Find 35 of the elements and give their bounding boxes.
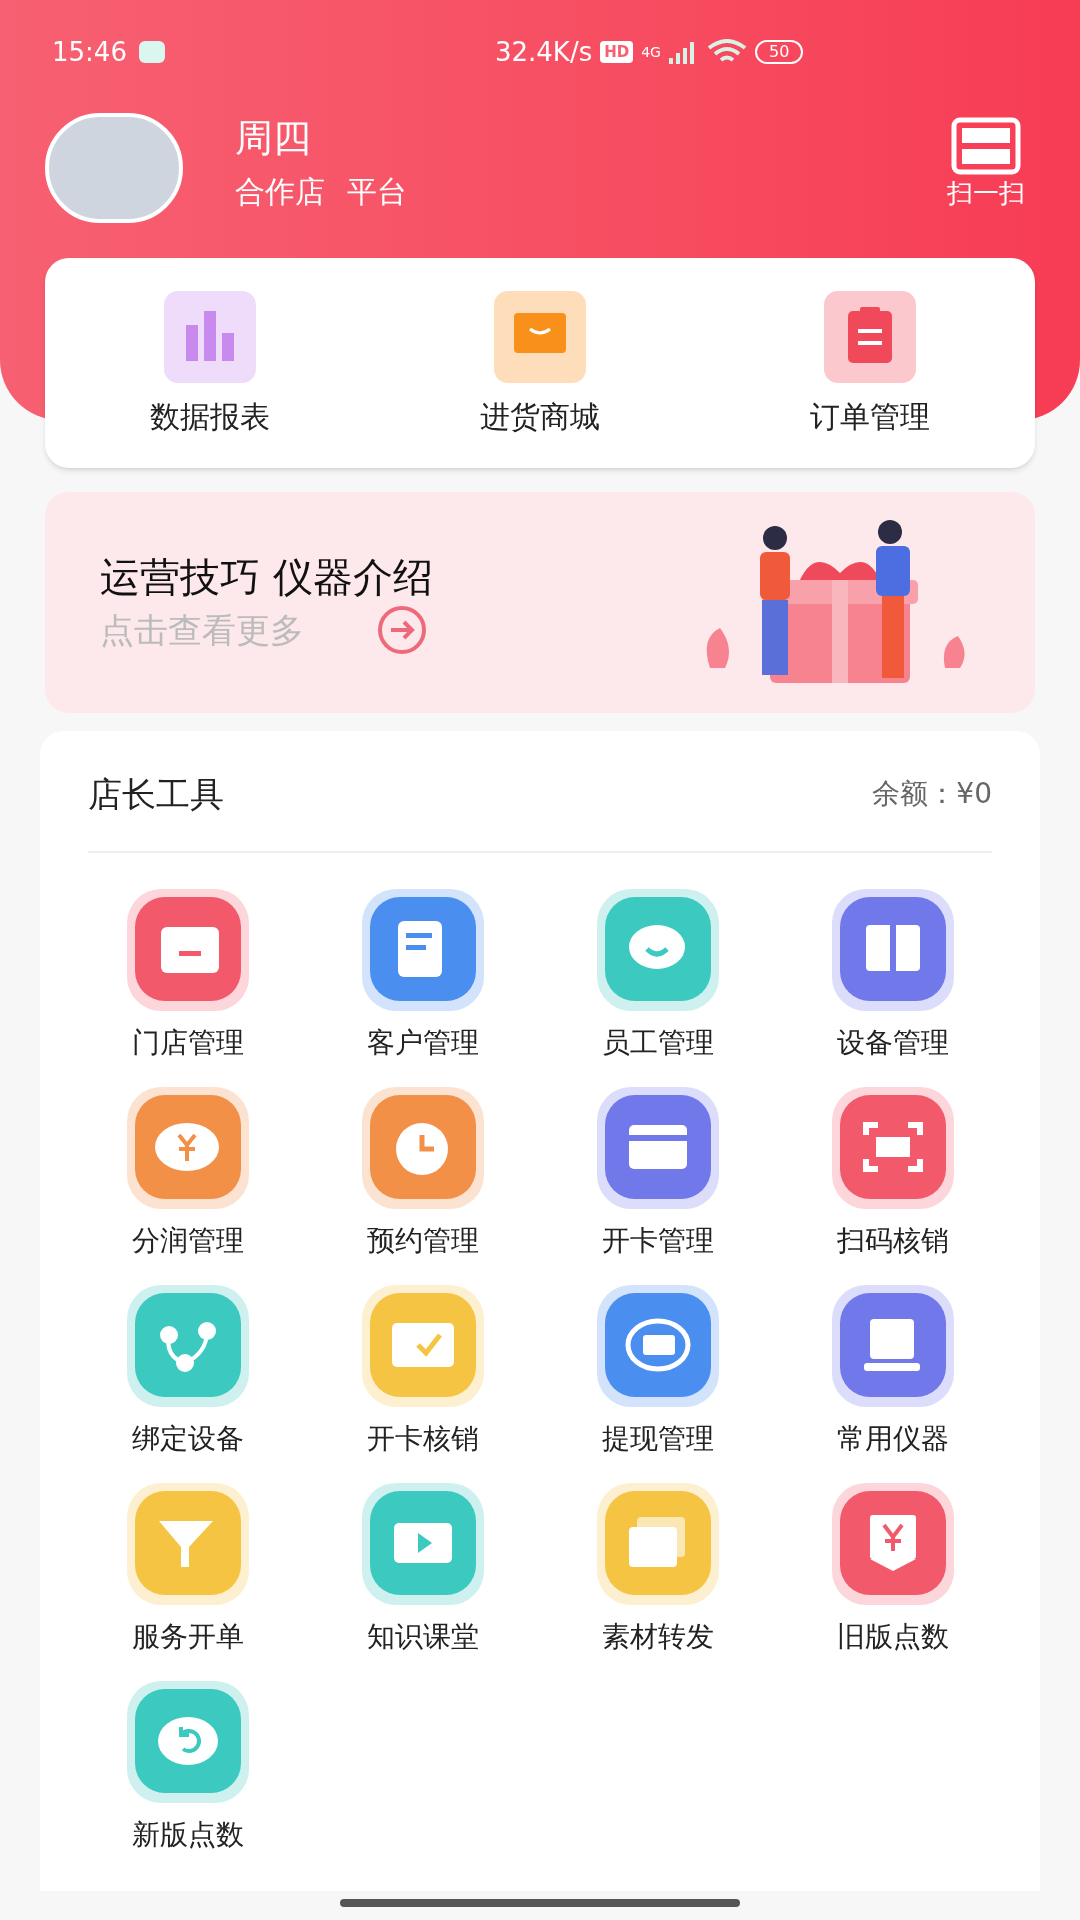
tool-item[interactable]: 绑定设备 [70,1283,305,1459]
banner[interactable]: 运营技巧 仪器介绍 点击查看更多 [45,492,1035,713]
tool-item[interactable]: 常用仪器 [775,1283,1010,1459]
banner-title: 运营技巧 仪器介绍 [100,552,433,602]
quick-action[interactable]: 订单管理 [770,291,970,435]
balance-text: 余额：¥0 [872,776,992,812]
tool-item[interactable]: 素材转发 [540,1481,775,1657]
tool-item[interactable]: 设备管理 [775,887,1010,1063]
tool-item[interactable]: 分润管理 [70,1085,305,1261]
network-type: 4G [641,42,661,62]
hd-badge: HD [600,40,634,64]
banner-subtitle: 点击查看更多 [100,608,304,652]
tool-item[interactable]: 开卡管理 [540,1085,775,1261]
quick-action[interactable]: 进货商城 [440,291,640,435]
tool-item[interactable]: 开卡核销 [305,1283,540,1459]
battery-indicator: 50 [754,40,804,64]
tool-item[interactable]: 旧版点数 [775,1481,1010,1657]
user-name: 周四 [235,115,312,162]
tool-item[interactable]: 客户管理 [305,887,540,1063]
notification-icon [138,41,165,63]
tool-item[interactable]: 员工管理 [540,887,775,1063]
store-tag: 合作店 [235,172,325,212]
quick-action[interactable]: 数据报表 [110,291,310,435]
tool-item[interactable]: 提现管理 [540,1283,775,1459]
tool-item[interactable]: 扫码核销 [775,1085,1010,1261]
tool-item[interactable]: 服务开单 [70,1481,305,1657]
tool-item[interactable]: 门店管理 [70,887,305,1063]
network-speed: 32.4K/s [494,35,593,69]
tool-item[interactable]: 新版点数 [70,1679,305,1855]
store-tag: 平台 [347,172,407,212]
status-time: 15:46 [52,35,127,69]
section-title: 店长工具 [88,772,224,816]
arrow-right-icon[interactable] [376,603,428,656]
tool-item[interactable]: 知识课堂 [305,1481,540,1657]
tool-item[interactable]: 预约管理 [305,1085,540,1261]
